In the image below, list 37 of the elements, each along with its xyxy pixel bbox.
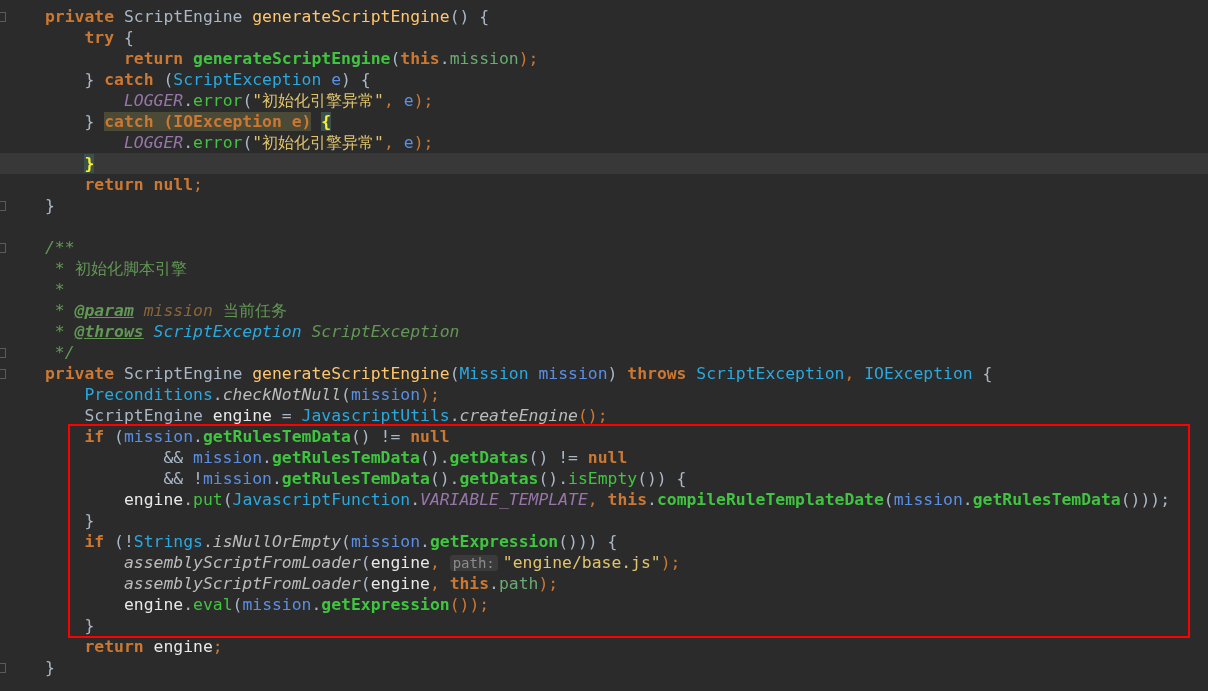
code-line: } bbox=[45, 657, 55, 678]
code-line: } bbox=[84, 615, 95, 636]
fold-marker-icon[interactable] bbox=[0, 368, 6, 379]
code-line: */ bbox=[54, 342, 75, 363]
code-line: * 初始化脚本引擎 bbox=[54, 258, 187, 279]
code-line: } catch (ScriptException e) { bbox=[84, 69, 371, 90]
code-line: } catch (IOException e) { bbox=[84, 111, 332, 132]
code-line: assemblyScriptFromLoader(engine, path: "engine/base.js"); bbox=[123, 551, 681, 574]
code-line: private ScriptEngine generateScriptEngine() { bbox=[45, 6, 490, 27]
code-line: try { bbox=[84, 27, 134, 48]
code-line: return null; bbox=[84, 174, 203, 195]
code-line: * @throws ScriptException ScriptException bbox=[54, 321, 460, 342]
code-line: Preconditions.checkNotNull(mission); bbox=[84, 384, 440, 405]
code-line: if (mission.getRulesTemData() != null bbox=[84, 426, 450, 447]
code-line: return engine; bbox=[84, 636, 223, 657]
code-line: engine.put(JavascriptFunction.VARIABLE_TEMPLATE, this.compileRuleTemplateDate(mission.getRulesTemData())); bbox=[123, 489, 1171, 510]
code-line: ScriptEngine engine = JavascriptUtils.createEngine(); bbox=[84, 405, 608, 426]
code-line: LOGGER.error("初始化引擎异常", e); bbox=[123, 90, 434, 111]
code-line: && mission.getRulesTemData().getDatas() != null bbox=[163, 447, 628, 468]
fold-marker-icon[interactable] bbox=[0, 200, 6, 211]
code-line: private ScriptEngine generateScriptEngine(Mission mission) throws ScriptException, IOException { bbox=[45, 363, 993, 384]
code-line: * bbox=[54, 279, 65, 300]
code-line: if (!Strings.isNullOrEmpty(mission.getExpression())) { bbox=[84, 531, 618, 552]
fold-marker-icon[interactable] bbox=[0, 662, 6, 673]
code-line: LOGGER.error("初始化引擎异常", e); bbox=[123, 132, 434, 153]
fold-marker-icon[interactable] bbox=[0, 242, 6, 253]
code-line: } bbox=[84, 510, 95, 531]
code-line: /** bbox=[45, 237, 75, 258]
code-editor[interactable] bbox=[0, 0, 1208, 691]
code-line: && !mission.getRulesTemData().getDatas().isEmpty()) { bbox=[163, 468, 687, 489]
fold-marker-icon[interactable] bbox=[0, 11, 6, 22]
code-line: * @param mission 当前任务 bbox=[54, 300, 287, 321]
code-line: assemblyScriptFromLoader(engine, this.path); bbox=[123, 573, 559, 594]
code-line: } bbox=[45, 195, 55, 216]
fold-marker-icon[interactable] bbox=[0, 347, 6, 358]
code-line: engine.eval(mission.getExpression()); bbox=[123, 594, 490, 615]
code-line: return generateScriptEngine(this.mission); bbox=[123, 48, 539, 69]
